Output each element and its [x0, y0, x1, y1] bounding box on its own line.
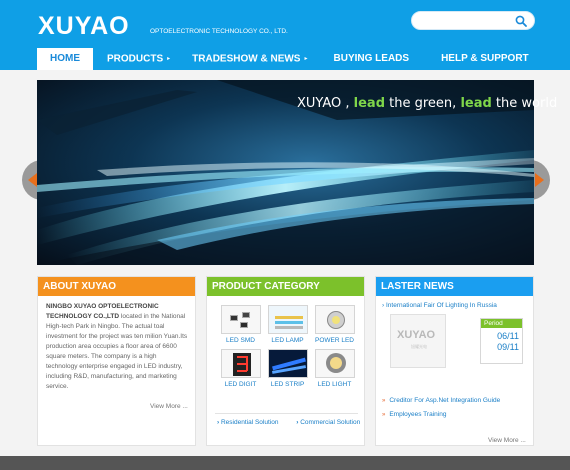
- nav-buying-leads-label: BUYING LEADS: [333, 53, 410, 64]
- product-led-digit[interactable]: LED DIGIT: [217, 349, 264, 388]
- product-label: LED SMD: [226, 337, 255, 344]
- link-label: Commercial Solution: [300, 419, 361, 426]
- product-label: LED LIGHT: [317, 381, 352, 388]
- product-thumbnail: [267, 349, 308, 378]
- nav-help-support[interactable]: HELP & SUPPORT: [431, 48, 539, 70]
- product-thumbnail: [314, 305, 355, 334]
- slogan-text: the world: [491, 96, 558, 111]
- latest-news-panel: LASTER NEWS › International Fair Of Ligh…: [375, 276, 534, 446]
- arrow-right-icon: [535, 173, 544, 187]
- nav-home-label: HOME: [50, 53, 80, 64]
- thumbnail-logo-sub: 旭耀光电: [411, 344, 427, 349]
- arrow-left-icon: [28, 173, 37, 187]
- period-end-date: 09/11: [497, 342, 519, 352]
- product-led-strip[interactable]: LED STRIP: [264, 349, 311, 388]
- link-marker-icon: ›: [296, 419, 299, 426]
- news-title: LASTER NEWS: [376, 277, 533, 296]
- link-label: Residential Solution: [220, 419, 279, 426]
- news-item[interactable]: » Employees Training: [382, 411, 500, 418]
- period-label: Period: [481, 319, 522, 328]
- product-power-led[interactable]: POWER LED: [311, 305, 358, 344]
- about-title: ABOUT XUYAO: [38, 277, 195, 296]
- product-led-light[interactable]: LED LIGHT: [311, 349, 358, 388]
- about-panel: ABOUT XUYAO NINGBO XUYAO OPTOELECTRONIC …: [37, 276, 196, 446]
- news-item-title: Employees Training: [389, 411, 447, 418]
- news-period: Period 06/11 09/11: [480, 318, 523, 364]
- nav-buying-leads[interactable]: BUYING LEADS: [324, 48, 420, 70]
- product-thumbnail: [220, 349, 261, 378]
- product-label: POWER LED: [314, 337, 354, 344]
- product-category-panel: PRODUCT CATEGORY LED SMD LED LAMP POWER: [206, 276, 365, 446]
- news-featured-link[interactable]: › International Fair Of Lighting In Russ…: [382, 302, 497, 309]
- search-input[interactable]: [411, 11, 535, 30]
- slogan-text: the green,: [385, 96, 461, 111]
- bullet-icon: »: [382, 398, 386, 404]
- product-thumbnail: [220, 305, 261, 334]
- logo-subtitle: OPTOELECTRONIC TECHNOLOGY CO., LTD.: [150, 28, 288, 35]
- nav-tradeshow-news[interactable]: TRADESHOW & NEWS ▸: [182, 48, 317, 70]
- divider: [215, 413, 358, 414]
- nav-home[interactable]: HOME: [37, 48, 93, 70]
- dropdown-arrow-icon: ▸: [304, 56, 308, 62]
- category-title: PRODUCT CATEGORY: [207, 277, 364, 296]
- nav-tradeshow-label: TRADESHOW & NEWS: [192, 53, 301, 65]
- thumbnail-logo: XUYAO: [397, 329, 436, 341]
- product-led-smd[interactable]: LED SMD: [217, 305, 264, 344]
- site-header: XUYAO OPTOELECTRONIC TECHNOLOGY CO., LTD…: [0, 0, 570, 70]
- product-thumbnail: [267, 305, 308, 334]
- product-label: LED STRIP: [270, 381, 305, 388]
- logo[interactable]: XUYAO: [38, 12, 130, 41]
- nav-help-label: HELP & SUPPORT: [441, 53, 529, 64]
- product-label: LED DIGIT: [224, 381, 257, 388]
- about-view-more-link[interactable]: View More ...: [150, 403, 188, 410]
- slogan-text: XUYAO ,: [297, 96, 354, 111]
- news-view-more-link[interactable]: View More ...: [488, 437, 526, 444]
- product-led-lamp[interactable]: LED LAMP: [264, 305, 311, 344]
- search-icon[interactable]: [515, 15, 527, 27]
- solution-links: › Residential Solution › Commercial Solu…: [217, 419, 376, 426]
- product-label: LED LAMP: [271, 337, 304, 344]
- about-text: NINGBO XUYAO OPTOELECTRONIC TECHNOLOGY C…: [38, 296, 195, 392]
- product-thumbnail: [314, 349, 355, 378]
- news-featured-title: International Fair Of Lighting In Russia: [385, 302, 497, 309]
- nav-products[interactable]: PRODUCTS ▸: [97, 48, 180, 70]
- about-description: located in the National High-tech Park i…: [46, 313, 188, 390]
- slogan-highlight: lead: [353, 96, 386, 111]
- product-grid: LED SMD LED LAMP POWER LED LED DIGIT LED…: [217, 305, 357, 388]
- footer-bar: [0, 456, 570, 470]
- news-list: » Creditor For Asp.Net Integration Guide …: [382, 397, 500, 425]
- commercial-solution-link[interactable]: › Commercial Solution: [296, 419, 368, 426]
- news-thumbnail[interactable]: XUYAO 旭耀光电: [390, 314, 446, 368]
- link-marker-icon: ›: [382, 302, 385, 309]
- banner-slogan: XUYAO , lead the green, lead the world: [297, 96, 557, 111]
- dropdown-arrow-icon: ▸: [167, 56, 171, 62]
- main-nav: HOME PRODUCTS ▸ TRADESHOW & NEWS ▸ BUYING …: [37, 48, 539, 70]
- residential-solution-link[interactable]: › Residential Solution: [217, 419, 286, 426]
- bullet-icon: »: [382, 412, 386, 418]
- slogan-highlight: lead: [460, 96, 492, 111]
- news-item[interactable]: » Creditor For Asp.Net Integration Guide: [382, 397, 500, 404]
- news-item-title: Creditor For Asp.Net Integration Guide: [389, 397, 501, 404]
- nav-products-label: PRODUCTS: [107, 53, 164, 65]
- period-start-date: 06/11: [497, 331, 519, 341]
- link-marker-icon: ›: [217, 419, 220, 426]
